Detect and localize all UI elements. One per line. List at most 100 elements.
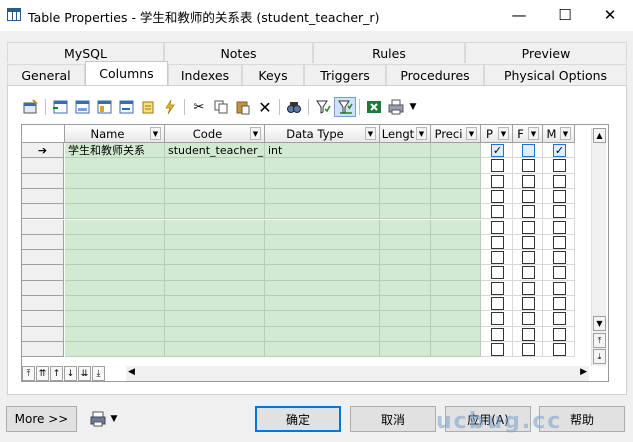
checkbox-m[interactable] <box>553 297 566 310</box>
cell-name[interactable] <box>65 219 165 235</box>
cell-data-type[interactable] <box>265 341 380 358</box>
checkbox-p[interactable] <box>491 297 504 310</box>
tab-preview[interactable]: Preview <box>465 42 627 63</box>
checkbox-m[interactable] <box>553 327 566 341</box>
cell-length[interactable] <box>380 219 431 235</box>
excel-icon[interactable] <box>363 97 385 117</box>
checkbox-p[interactable] <box>491 205 504 219</box>
close-button[interactable]: ✕ <box>587 0 633 30</box>
cell-data-type[interactable] <box>265 173 380 189</box>
row-header[interactable] <box>22 280 64 296</box>
row-header[interactable] <box>22 173 64 189</box>
tab-indexes[interactable]: Indexes <box>168 64 242 85</box>
add-columns-icon[interactable] <box>93 97 115 117</box>
header-code[interactable]: Code ▼ <box>165 125 265 143</box>
cell-length[interactable] <box>380 265 431 281</box>
checkbox-f[interactable] <box>522 220 535 234</box>
ok-button[interactable]: 确定 <box>255 406 341 432</box>
cell-precision[interactable] <box>431 280 481 296</box>
cell-code[interactable] <box>165 326 265 342</box>
checkbox-p[interactable] <box>491 159 504 173</box>
chevron-down-icon[interactable]: ▼ <box>150 127 161 140</box>
chevron-down-icon[interactable]: ▼ <box>416 127 427 140</box>
cell-code[interactable] <box>165 219 265 235</box>
cell-name[interactable] <box>65 204 165 220</box>
cell-length[interactable] <box>380 311 431 327</box>
cell-data-type[interactable] <box>265 158 380 174</box>
cell-code[interactable] <box>165 173 265 189</box>
chevron-down-icon[interactable]: ▼ <box>528 127 539 140</box>
cell-name[interactable] <box>65 250 165 266</box>
checkbox-f[interactable] <box>522 266 535 280</box>
checkbox-p[interactable] <box>491 251 504 265</box>
cell-length[interactable] <box>380 188 431 205</box>
chevron-down-icon[interactable]: ▼ <box>560 127 571 140</box>
checkbox-f[interactable] <box>522 312 535 326</box>
move-to-top-icon[interactable]: ⤒ <box>22 366 35 381</box>
cell-data-type[interactable] <box>265 204 380 220</box>
checkbox-m[interactable] <box>553 281 566 295</box>
customize-columns-icon[interactable] <box>334 97 356 117</box>
cell-data-type[interactable] <box>265 250 380 266</box>
cell-data-type[interactable]: int <box>265 143 380 159</box>
tab-physical-options[interactable]: Physical Options <box>484 64 627 85</box>
cell-data-type[interactable] <box>265 280 380 296</box>
row-header[interactable] <box>22 188 64 205</box>
cell-data-type[interactable] <box>265 265 380 281</box>
checkbox-p[interactable] <box>491 266 504 280</box>
row-header[interactable] <box>22 234 64 251</box>
cell-length[interactable] <box>380 234 431 251</box>
checkbox-f[interactable] <box>522 281 535 295</box>
chevron-down-icon[interactable]: ▼ <box>407 97 419 117</box>
add-row-icon[interactable] <box>71 97 93 117</box>
checkbox-f[interactable] <box>522 251 535 265</box>
minimize-button[interactable]: — <box>496 0 542 30</box>
row-header[interactable] <box>22 219 64 235</box>
cell-code[interactable] <box>165 204 265 220</box>
checkbox-p[interactable] <box>491 174 504 188</box>
more-button[interactable]: More >> <box>6 406 77 432</box>
tab-columns[interactable]: Columns <box>85 61 168 85</box>
cell-length[interactable] <box>380 158 431 174</box>
cell-data-type[interactable] <box>265 296 380 312</box>
checkbox-p[interactable] <box>491 312 504 326</box>
checkbox-f[interactable] <box>522 159 535 173</box>
cell-data-type[interactable] <box>265 234 380 251</box>
checkbox-f[interactable] <box>522 327 535 341</box>
checkbox-m[interactable] <box>553 174 566 188</box>
header-precision[interactable]: Preci ▼ <box>431 125 481 143</box>
cell-code[interactable] <box>165 311 265 327</box>
print-menu-button[interactable]: ▼ <box>84 406 122 432</box>
header-mandatory[interactable]: M ▼ <box>543 125 575 143</box>
tab-mysql[interactable]: MySQL <box>7 42 164 63</box>
apply-button[interactable]: 应用(A) <box>445 406 531 432</box>
checkbox-p[interactable] <box>491 189 504 203</box>
cell-precision[interactable] <box>431 341 481 358</box>
move-page-up-icon[interactable]: ⇈ <box>36 366 49 381</box>
header-data-type[interactable]: Data Type ▼ <box>265 125 380 143</box>
checkbox-m[interactable] <box>553 251 566 265</box>
help-button[interactable]: 帮助 <box>539 406 625 432</box>
cell-code[interactable] <box>165 188 265 205</box>
cell-precision[interactable] <box>431 234 481 251</box>
cell-precision[interactable] <box>431 250 481 266</box>
checkbox-m[interactable] <box>553 312 566 326</box>
cell-length[interactable] <box>380 280 431 296</box>
checkbox-f[interactable] <box>522 235 535 249</box>
checkbox-m[interactable] <box>553 205 566 219</box>
find-icon[interactable] <box>283 97 305 117</box>
tab-general[interactable]: General <box>7 64 85 85</box>
row-header[interactable]: ➔ <box>22 143 64 159</box>
checkbox-p[interactable] <box>491 327 504 341</box>
checkbox-f[interactable] <box>522 189 535 203</box>
cell-code[interactable]: student_teacher_r <box>165 143 265 159</box>
cancel-button[interactable]: 取消 <box>350 406 436 432</box>
checkbox-m[interactable] <box>553 235 566 249</box>
scroll-left-icon[interactable]: ◀ <box>128 367 135 377</box>
cell-code[interactable] <box>165 158 265 174</box>
horizontal-scrollbar[interactable]: ◀ ▶ <box>126 366 589 381</box>
cell-data-type[interactable] <box>265 311 380 327</box>
move-page-down-icon[interactable]: ⇊ <box>78 366 91 381</box>
cell-length[interactable] <box>380 173 431 189</box>
print-icon[interactable] <box>385 97 407 117</box>
